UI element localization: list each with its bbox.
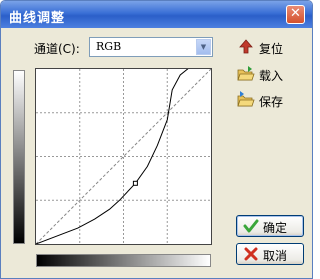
title-bar[interactable]: 曲线调整 ✕ bbox=[1, 1, 312, 28]
curve-control-point[interactable] bbox=[132, 180, 138, 186]
dialog-content: 通道(C): RGB ▼ 复位 载入 保存 确定 取消 bbox=[1, 28, 312, 278]
channel-select[interactable]: RGB ▼ bbox=[89, 37, 213, 57]
reset-button[interactable]: 复位 bbox=[237, 38, 297, 56]
folder-open-icon bbox=[237, 66, 255, 81]
curve-canvas[interactable] bbox=[36, 69, 211, 244]
save-button[interactable]: 保存 bbox=[237, 91, 297, 109]
load-button[interactable]: 载入 bbox=[237, 65, 297, 83]
ok-label: 确定 bbox=[263, 221, 288, 235]
ok-button[interactable]: 确定 bbox=[236, 215, 304, 237]
chevron-down-icon[interactable]: ▼ bbox=[196, 39, 211, 55]
x-icon bbox=[244, 247, 258, 261]
cancel-button[interactable]: 取消 bbox=[236, 243, 304, 265]
reset-label: 复位 bbox=[259, 42, 284, 56]
channel-label: 通道(C): bbox=[34, 42, 80, 56]
input-gradient-bar bbox=[36, 254, 211, 267]
close-icon: ✕ bbox=[290, 6, 301, 21]
dialog-title: 曲线调整 bbox=[9, 11, 66, 26]
output-gradient-bar bbox=[13, 70, 25, 244]
close-button[interactable]: ✕ bbox=[286, 5, 305, 24]
folder-save-icon bbox=[237, 91, 255, 107]
channel-value: RGB bbox=[96, 40, 122, 53]
checkmark-icon bbox=[243, 219, 259, 233]
load-label: 载入 bbox=[259, 69, 284, 83]
curves-dialog: 曲线调整 ✕ 通道(C): RGB ▼ 复位 载入 保存 确定 取消 bbox=[0, 0, 313, 279]
cancel-label: 取消 bbox=[263, 249, 288, 263]
save-label: 保存 bbox=[259, 95, 284, 109]
arrow-up-icon bbox=[239, 39, 253, 54]
curve-graph[interactable] bbox=[35, 68, 212, 245]
